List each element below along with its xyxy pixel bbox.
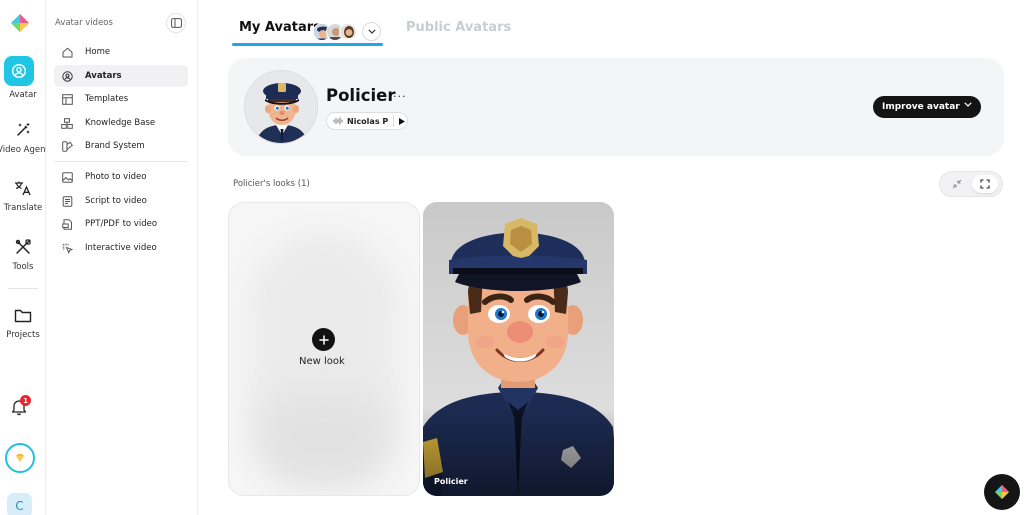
sidebar-item-templates[interactable]: Templates (54, 88, 188, 110)
expand-icon (980, 179, 990, 189)
avatar-stack (313, 22, 357, 42)
chevron-down-icon (367, 29, 376, 34)
rail-label: Translate (3, 203, 43, 213)
add-look-button[interactable] (312, 328, 335, 351)
rail-item-avatar[interactable]: Avatar (0, 56, 46, 100)
sidebar-item-label: Interactive video (85, 243, 157, 253)
voice-name: Nicolas P (347, 116, 389, 126)
sidebar-item-label: Home (85, 47, 111, 57)
translate-icon (8, 177, 38, 199)
photo-icon (61, 171, 73, 183)
tools-icon (8, 236, 38, 258)
more-options-icon[interactable]: ··· (393, 90, 407, 103)
sidebar-item-label: PPT/PDF to video (85, 219, 158, 229)
avatar-icon (4, 56, 34, 86)
credits-button[interactable] (5, 443, 35, 473)
rail-label: Tools (12, 262, 34, 272)
brand-system-icon (61, 140, 73, 152)
sidebar-toggle-icon (170, 18, 182, 28)
voice-selector[interactable]: Nicolas P (326, 112, 408, 130)
sidebar-item-label: Templates (85, 94, 129, 104)
nav-divider (54, 161, 188, 162)
police-avatar-image (423, 202, 614, 496)
look-card[interactable] (423, 202, 614, 496)
avatar-icon (61, 70, 73, 82)
sidebar-item-interactive-video[interactable]: Interactive video (54, 237, 188, 259)
look-caption: Policier (434, 477, 468, 486)
script-icon (61, 195, 73, 207)
expanded-view-button[interactable] (972, 175, 998, 193)
sidebar-item-label: Avatars (85, 71, 122, 81)
mini-avatar-thumbnail (339, 23, 357, 41)
chip-divider (393, 115, 395, 127)
play-icon[interactable] (398, 117, 406, 126)
sidebar-item-script-to-video[interactable]: Script to video (54, 190, 188, 212)
rail-divider (8, 288, 38, 289)
interactive-icon (61, 242, 73, 254)
rail-label: Projects (6, 330, 40, 340)
app-logo-icon[interactable] (10, 13, 30, 33)
magic-wand-icon (8, 119, 38, 141)
secondary-nav: Avatar videos Home Avatars Templates Kno… (46, 0, 198, 515)
tab-my-avatars[interactable]: My Avatars (239, 20, 321, 35)
sidebar-item-label: Knowledge Base (85, 118, 156, 128)
templates-icon (61, 93, 73, 105)
avatar-profile-photo[interactable] (244, 70, 318, 144)
new-look-label: New look (299, 356, 345, 367)
sidebar-item-knowledge-base[interactable]: Knowledge Base (54, 112, 188, 134)
plus-icon (318, 334, 329, 345)
blurred-placeholder (259, 393, 389, 483)
sidebar-item-home[interactable]: Home (54, 41, 188, 63)
view-size-toggle (939, 171, 1003, 197)
rail-item-translate[interactable]: Translate (0, 177, 46, 213)
rail-item-video-agent[interactable]: Video Agent (0, 119, 49, 155)
sidebar-item-label: Photo to video (85, 172, 147, 182)
rail-label: Video Agent (0, 145, 49, 155)
sidebar-item-label: Script to video (85, 196, 147, 206)
audio-wave-icon (333, 117, 343, 125)
avatar-name: Policier (326, 86, 396, 105)
compact-view-button[interactable] (944, 175, 970, 193)
avatar-dropdown-button[interactable] (362, 22, 381, 41)
sidebar-item-label: Brand System (85, 141, 145, 151)
improve-avatar-button[interactable]: Improve avatar (873, 96, 981, 118)
sidebar-item-avatars[interactable]: Avatars (54, 65, 188, 87)
left-rail: Avatar Video Agent Translate Tools Proje… (0, 0, 49, 515)
active-tab-indicator (232, 43, 383, 46)
improve-avatar-label: Improve avatar (882, 102, 960, 112)
app-logo-icon (995, 485, 1009, 499)
knowledge-base-icon (61, 117, 73, 129)
looks-count-label: Policier's looks (1) (233, 179, 310, 189)
sidebar-item-ppt-pdf-to-video[interactable]: PPT/PDF to video (54, 213, 188, 235)
subnav-title: Avatar videos (55, 18, 113, 28)
assistant-launcher-button[interactable] (984, 474, 1020, 510)
sidebar-item-photo-to-video[interactable]: Photo to video (54, 166, 188, 188)
home-icon (61, 46, 73, 58)
presentation-icon (61, 218, 73, 230)
gem-icon (16, 454, 24, 462)
folder-icon (8, 304, 38, 326)
sidebar-collapse-button[interactable] (166, 13, 186, 33)
tab-public-avatars[interactable]: Public Avatars (406, 20, 511, 35)
user-avatar[interactable]: C (7, 493, 32, 515)
notification-badge: 1 (20, 395, 31, 406)
sidebar-item-brand-system[interactable]: Brand System (54, 135, 188, 157)
rail-item-tools[interactable]: Tools (0, 236, 46, 272)
rail-label: Avatar (9, 90, 37, 100)
rail-item-projects[interactable]: Projects (0, 304, 46, 340)
chevron-down-icon (964, 102, 972, 107)
collapse-icon (952, 179, 962, 189)
